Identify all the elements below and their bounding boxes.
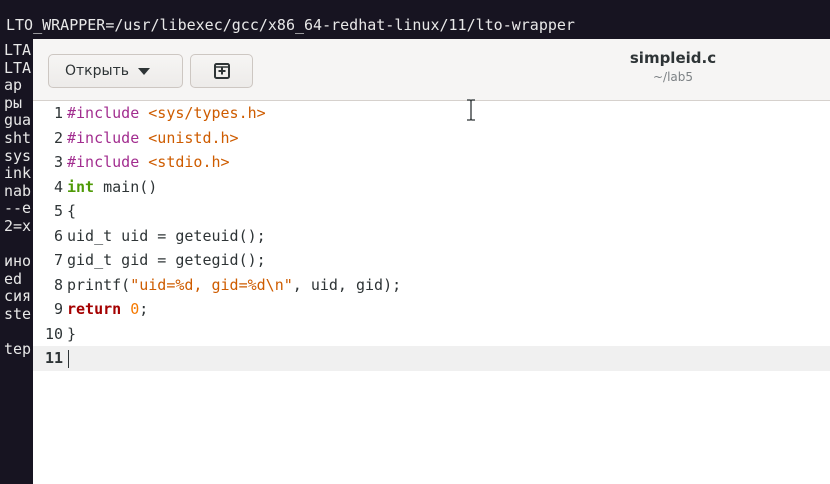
code-line[interactable]: 6 uid_t uid = geteuid(); xyxy=(33,224,830,249)
code-text: int main() xyxy=(67,175,157,200)
new-document-icon xyxy=(213,63,230,79)
terminal-fragment: ры xyxy=(4,93,23,112)
line-number: 6 xyxy=(53,226,63,245)
line-number: 9 xyxy=(53,300,63,318)
terminal-fragment: ste xyxy=(4,304,32,323)
open-button[interactable]: Открыть xyxy=(48,54,183,88)
terminal-top-line: LTO_WRAPPER=/usr/libexec/gcc/x86_64-redh… xyxy=(6,16,575,34)
line-number: 4 xyxy=(53,177,63,196)
code-line[interactable]: 4 int main() xyxy=(33,175,830,200)
code-token: , uid, gid); xyxy=(292,275,402,294)
terminal-fragment: LTA xyxy=(4,42,32,59)
line-number: 7 xyxy=(53,251,63,269)
terminal-fragment: tep xyxy=(4,340,32,359)
code-text: #include <unistd.h> xyxy=(67,126,239,151)
terminal-fragment: ино xyxy=(4,252,32,271)
terminal-fragment: ink xyxy=(4,164,32,183)
code-token: <stdio.h> xyxy=(148,153,230,171)
code-line[interactable]: 3 #include <stdio.h> xyxy=(33,150,830,175)
line-number: 11 xyxy=(44,349,63,367)
terminal-fragment xyxy=(4,324,34,342)
code-line[interactable]: 8 printf("uid=%d, gid=%d\n", uid, gid); xyxy=(33,273,830,298)
code-line[interactable]: 7 gid_t gid = getegid(); xyxy=(33,248,830,273)
code-line[interactable]: 2 #include <unistd.h> xyxy=(33,126,830,151)
open-button-label: Открыть xyxy=(65,63,129,79)
code-line[interactable]: 5{ xyxy=(33,199,830,224)
line-number: 5 xyxy=(53,202,63,220)
gedit-window: Открыть simpleid.c ~/lab5 1 #include <sys… xyxy=(33,39,830,484)
terminal-fragment: сия xyxy=(4,287,32,306)
terminal-fragment: --e xyxy=(4,199,32,218)
terminal-fragment: ap xyxy=(4,76,23,95)
code-token: uid_t uid = geteuid(); xyxy=(67,226,266,245)
document-path: ~/lab5 xyxy=(652,70,694,84)
terminal-fragment: 2=x xyxy=(4,216,32,235)
code-token: } xyxy=(67,324,77,343)
code-token: 0 xyxy=(130,300,140,318)
chevron-down-icon xyxy=(137,67,150,75)
terminal-fragment: gua xyxy=(4,111,32,130)
code-line[interactable]: 11 xyxy=(33,346,830,371)
document-filename: simpleid.c xyxy=(629,49,717,67)
line-number: 1 xyxy=(53,104,63,122)
code-editor[interactable]: 1 #include <sys/types.h> 2 #include <unistd… xyxy=(33,101,830,484)
code-token: ; xyxy=(139,300,149,318)
line-number: 3 xyxy=(53,153,63,171)
code-token: #include xyxy=(67,128,149,147)
line-number: 10 xyxy=(44,324,63,343)
headerbar: Открыть simpleid.c ~/lab5 xyxy=(33,39,830,101)
code-text: } xyxy=(67,322,76,347)
code-text: uid_t uid = geteuid(); xyxy=(67,224,266,249)
code-token: <sys/types.h> xyxy=(148,104,266,122)
code-token: int xyxy=(67,177,95,196)
code-text: gid_t gid = getegid(); xyxy=(67,248,266,273)
code-token: #include xyxy=(67,153,149,171)
code-token: gid_t gid = getegid(); xyxy=(67,251,266,269)
code-line[interactable]: 10} xyxy=(33,322,830,347)
code-token: <unistd.h> xyxy=(148,128,239,147)
code-line[interactable]: 1 #include <sys/types.h> xyxy=(33,101,830,126)
terminal-fragment: LTA xyxy=(4,58,32,77)
terminal-fragment: sys xyxy=(4,146,32,165)
code-text: printf("uid=%d, gid=%d\n", uid, gid); xyxy=(67,273,401,298)
line-number: 2 xyxy=(53,128,63,147)
code-token: #include xyxy=(67,104,149,122)
code-line[interactable]: 9 return 0; xyxy=(33,297,830,322)
code-text: { xyxy=(67,199,76,224)
screen: LTO_WRAPPER=/usr/libexec/gcc/x86_64-redh… xyxy=(0,0,830,484)
code-token: return xyxy=(67,300,122,318)
code-text: #include <stdio.h> xyxy=(67,150,230,175)
code-text xyxy=(67,346,69,371)
text-cursor-icon xyxy=(467,99,475,121)
terminal-left-fragments: LTA LTA ap ры gua sht sys ink nab --e 2=x ино ed сия s… xyxy=(4,42,34,359)
terminal-fragment: ed xyxy=(4,269,23,288)
code-token: main() xyxy=(94,177,158,196)
line-number: 8 xyxy=(53,275,63,294)
code-token: { xyxy=(67,202,77,220)
terminal-fragment: nab xyxy=(4,181,32,200)
code-text: #include <sys/types.h> xyxy=(67,101,266,126)
terminal-fragment xyxy=(4,236,34,254)
code-token: "uid=%d, gid=%d\n" xyxy=(130,275,293,294)
document-title: simpleid.c ~/lab5 xyxy=(573,47,773,85)
new-tab-button[interactable] xyxy=(190,54,253,88)
terminal-fragment: sht xyxy=(4,128,32,147)
code-text: return 0; xyxy=(67,297,148,322)
text-caret xyxy=(68,349,69,368)
code-token: printf( xyxy=(67,275,131,294)
